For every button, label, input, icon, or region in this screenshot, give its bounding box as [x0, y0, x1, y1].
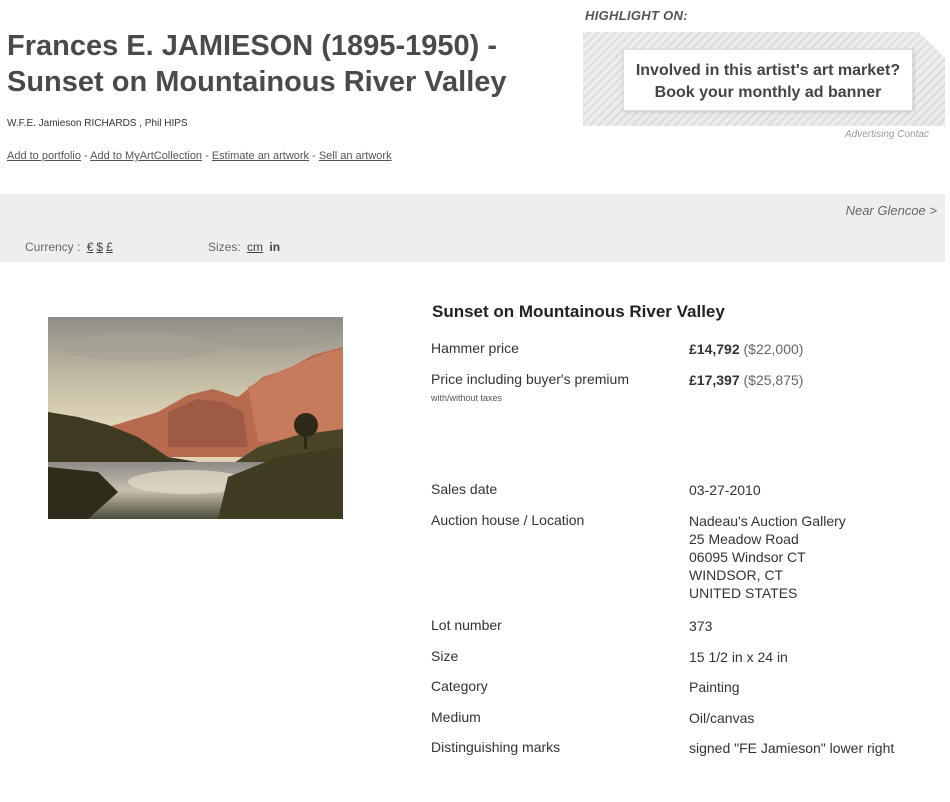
currency-dollar-option[interactable]: $ — [96, 240, 103, 254]
lot-number-label: Lot number — [431, 617, 502, 633]
lot-title: Sunset on Mountainous River Valley — [432, 302, 725, 321]
hammer-price-value: £14,792 ($22,000) — [689, 340, 803, 358]
taxes-note: with/without taxes — [431, 393, 503, 403]
page-curl-icon — [919, 32, 945, 58]
premium-price-dollars: ($25,875) — [743, 372, 804, 388]
action-separator: - — [81, 150, 91, 162]
auction-address-zip: 06095 Windsor CT — [689, 549, 806, 565]
size-cm-option[interactable]: cm — [247, 240, 263, 254]
action-separator: - — [202, 150, 212, 162]
page-title-line-1: Frances E. JAMIESON (1895-1950) - — [7, 30, 497, 62]
lot-number-value: 373 — [689, 618, 713, 634]
currency-euro-option[interactable]: € — [87, 240, 94, 254]
auction-address-street: 25 Meadow Road — [689, 531, 799, 547]
add-to-myartcollection-link[interactable]: Add to MyArtCollection — [90, 150, 202, 162]
add-to-portfolio-link[interactable]: Add to portfolio — [7, 150, 81, 162]
estimate-artwork-link[interactable]: Estimate an artwork — [212, 150, 309, 162]
auction-house-label: Auction house / Location — [431, 512, 585, 528]
sell-artwork-link[interactable]: Sell an artwork — [319, 150, 392, 162]
category-label: Category — [431, 678, 488, 694]
hammer-price-dollars: ($22,000) — [743, 341, 804, 357]
medium-label: Medium — [431, 709, 481, 725]
sizes-label: Sizes: — [208, 240, 241, 254]
size-in-option[interactable]: in — [269, 240, 280, 254]
currency-selector: Currency : € $ £ — [25, 240, 113, 254]
currency-label: Currency : — [25, 240, 81, 254]
action-separator: - — [309, 150, 319, 162]
size-unit-selector: Sizes: cm in — [208, 240, 280, 254]
medium-value: Oil/canvas — [689, 710, 755, 726]
premium-price-pounds: £17,397 — [689, 372, 740, 388]
category-value: Painting — [689, 679, 740, 695]
action-links: Add to portfolio - Add to MyArtCollectio… — [7, 150, 392, 162]
auction-address-city: WINDSOR, CT — [689, 567, 784, 583]
auction-house-address: Nadeau's Auction Gallery 25 Meadow Road … — [689, 512, 846, 602]
currency-pound-option[interactable]: £ — [106, 240, 113, 254]
auction-house-name[interactable]: Nadeau's Auction Gallery — [689, 512, 846, 530]
distinguishing-marks-value: signed "FE Jamieson" lower right — [689, 740, 895, 756]
size-label: Size — [431, 648, 459, 664]
auction-address-country: UNITED STATES — [689, 585, 798, 601]
highlight-heading: HIGHLIGHT ON: — [585, 8, 688, 23]
ad-line-2: Book your monthly ad banner — [654, 84, 882, 101]
hammer-price-pounds: £14,792 — [689, 341, 740, 357]
options-bar: Near Glencoe > Currency : € $ £ Sizes: cm … — [0, 194, 945, 262]
page-title-line-2: Sunset on Mountainous River Valley — [7, 66, 507, 98]
related-artists[interactable]: W.F.E. Jamieson RICHARDS , Phil HIPS — [7, 118, 188, 129]
ad-line-1: Involved in this artist's art market? — [635, 62, 901, 79]
sales-date-label: Sales date — [431, 481, 498, 497]
near-glencoe-link[interactable]: Near Glencoe > — [846, 203, 937, 218]
ad-banner[interactable]: Involved in this artist's art market? Bo… — [583, 32, 945, 126]
premium-price-label: Price including buyer's premium — [431, 371, 629, 387]
advertising-contact-link[interactable]: Advertising Contac — [845, 129, 929, 140]
artwork-painting — [48, 317, 343, 519]
premium-price-value: £17,397 ($25,875) — [689, 371, 803, 389]
artwork-image[interactable] — [48, 317, 343, 519]
ad-banner-text[interactable]: Involved in this artist's art market? Bo… — [623, 49, 913, 111]
hammer-price-label: Hammer price — [431, 340, 519, 356]
page-title: Frances E. JAMIESON (1895-1950) - Sunset… — [7, 28, 567, 100]
sales-date-value: 03-27-2010 — [689, 482, 761, 498]
size-value: 15 1/2 in x 24 in — [689, 649, 788, 665]
distinguishing-marks-label: Distinguishing marks — [431, 739, 561, 755]
